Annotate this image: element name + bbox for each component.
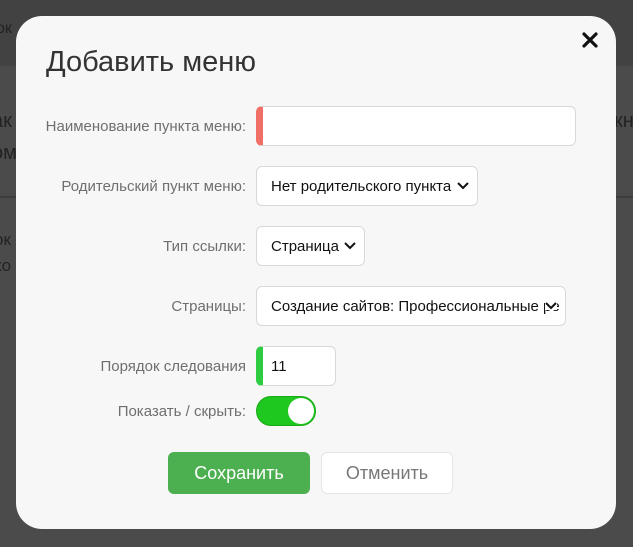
order-input[interactable] [256, 346, 336, 386]
background-text: ок [0, 230, 11, 249]
close-icon [582, 32, 598, 48]
visibility-label: Показать / скрыть: [117, 402, 246, 420]
link-type-select-value: Страница [271, 237, 339, 255]
link-type-select[interactable]: Страница [256, 226, 365, 266]
parent-row: Родительский пункт меню: Нет родительско… [16, 166, 616, 206]
pages-row: Страницы: Создание сайтов: Профессиональ… [16, 286, 616, 326]
chevron-down-icon [457, 182, 469, 190]
link-type-label: Тип ссылки: [163, 237, 246, 255]
close-button[interactable] [580, 30, 600, 50]
background-text: ок [0, 20, 12, 37]
pages-select-value: Создание сайтов: Профессиональные ре [271, 297, 560, 315]
pages-select[interactable]: Создание сайтов: Профессиональные ре [256, 286, 566, 326]
name-label: Наименование пункта меню: [45, 117, 246, 135]
order-row: Порядок следования [16, 346, 616, 386]
background-text: кн [614, 110, 633, 132]
add-menu-dialog: Добавить меню Наименование пункта меню: … [16, 16, 616, 529]
background-text: ак [0, 110, 12, 132]
parent-select-value: Нет родительского пункта [271, 177, 452, 195]
chevron-down-icon [545, 302, 557, 310]
visibility-row: Показать / скрыть: [16, 396, 616, 426]
background-text: ко [0, 256, 12, 275]
visibility-toggle[interactable] [256, 396, 316, 426]
parent-label: Родительский пункт меню: [61, 177, 246, 195]
pages-label: Страницы: [171, 297, 246, 315]
parent-select[interactable]: Нет родительского пункта [256, 166, 478, 206]
background-text: ом [0, 142, 17, 164]
link-type-row: Тип ссылки: Страница [16, 226, 616, 266]
chevron-down-icon [344, 242, 356, 250]
order-label: Порядок следования [100, 357, 246, 375]
cancel-button[interactable]: Отменить [321, 452, 453, 494]
name-row: Наименование пункта меню: [16, 106, 616, 146]
save-button[interactable]: Сохранить [168, 452, 310, 494]
dialog-title: Добавить меню [46, 46, 257, 78]
toggle-knob [288, 398, 314, 424]
name-input[interactable] [256, 106, 576, 146]
